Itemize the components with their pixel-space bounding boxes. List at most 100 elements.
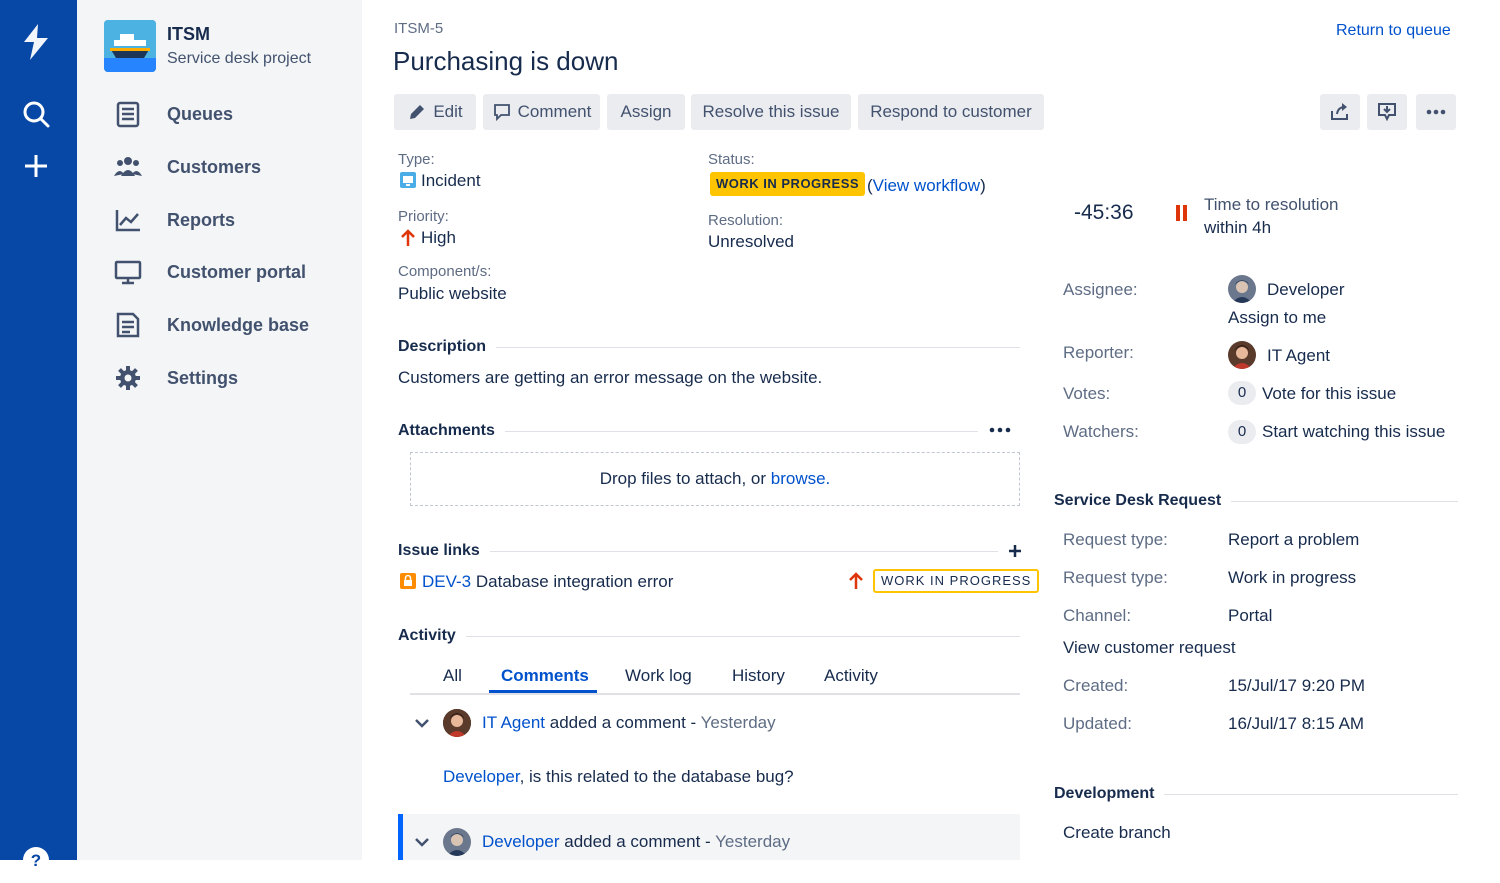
tab-work-log[interactable]: Work log	[625, 666, 692, 686]
view-workflow: (View workflow)	[867, 176, 986, 196]
description-heading: Description	[398, 338, 497, 356]
tab-comments[interactable]: Comments	[501, 666, 589, 686]
sidebar-item-label: Settings	[167, 367, 239, 388]
component-link[interactable]: Public website	[398, 284, 507, 304]
assign-button[interactable]: Assign	[607, 94, 685, 130]
issue-links-heading: Issue links	[398, 542, 490, 560]
type-label: Type:	[398, 151, 435, 168]
description-text[interactable]: Customers are getting an error message o…	[398, 368, 822, 388]
priority-high-icon	[848, 572, 864, 595]
resolution-value: Unresolved	[708, 232, 794, 251]
sla-label: Time to resolution	[1204, 195, 1339, 214]
sla-paused-icon	[1175, 204, 1189, 227]
respond-to-customer-button[interactable]: Respond to customer	[858, 94, 1044, 130]
assign-to-me-link[interactable]: Assign to me	[1228, 308, 1326, 328]
comment-button-label: Comment	[517, 102, 592, 121]
product-logo-icon[interactable]	[18, 22, 54, 60]
watchers-label: Watchers:	[1063, 422, 1139, 441]
search-icon[interactable]	[18, 96, 54, 132]
collapse-chevron-icon[interactable]	[413, 835, 431, 854]
sidebar-item-settings[interactable]: Settings	[113, 360, 343, 396]
component-label: Component/s:	[398, 263, 492, 280]
comment-action: added a comment -	[564, 832, 716, 851]
bug-icon	[400, 573, 416, 594]
activity-heading: Activity	[398, 627, 466, 645]
more-actions-button[interactable]	[1416, 94, 1456, 130]
attachments-heading: Attachments	[398, 422, 505, 440]
browse-link[interactable]: browse.	[771, 469, 831, 489]
resolve-issue-button[interactable]: Resolve this issue	[691, 94, 851, 130]
sidebar-item-customer-portal[interactable]: Customer portal	[113, 254, 343, 290]
section-divider	[398, 636, 1020, 637]
customers-icon	[114, 157, 142, 176]
sidebar-item-knowledge-base[interactable]: Knowledge base	[113, 307, 343, 343]
project-name[interactable]: ITSM	[167, 24, 210, 45]
channel-label: Channel:	[1063, 606, 1132, 625]
view-customer-request-link[interactable]: View customer request	[1063, 638, 1236, 658]
avatar	[443, 828, 471, 856]
edit-button[interactable]: Edit	[394, 94, 476, 130]
sidebar-item-customers[interactable]: Customers	[113, 149, 343, 185]
comment-author-link[interactable]: IT Agent	[482, 713, 545, 732]
attachments-more-icon[interactable]	[988, 420, 1012, 445]
sidebar-item-label: Customer portal	[167, 261, 307, 282]
feedback-button[interactable]	[1367, 94, 1407, 130]
project-sidebar: ITSM Service desk project Queues Custome…	[77, 0, 362, 860]
comment-text: , is this related to the database bug?	[519, 767, 794, 786]
incident-icon	[400, 172, 416, 193]
status-lozenge[interactable]: WORK IN PROGRESS	[710, 172, 866, 196]
knowledge-base-icon	[116, 312, 140, 338]
tab-history[interactable]: History	[732, 666, 785, 686]
priority-high-icon	[400, 229, 416, 252]
assignee-name[interactable]: Developer	[1267, 280, 1345, 300]
comment-time: Yesterday	[715, 832, 791, 851]
dropzone-text: Drop files to attach, or	[599, 469, 771, 488]
svg-text:?: ?	[31, 851, 41, 870]
updated-value: 16/Jul/17 8:15 AM	[1228, 714, 1365, 733]
issue-title[interactable]: Purchasing is down	[393, 46, 618, 77]
create-icon[interactable]	[18, 148, 54, 184]
linked-issue-status: WORK IN PROGRESS	[873, 569, 1040, 593]
comment-time: Yesterday	[700, 713, 776, 732]
reporter-avatar	[1228, 341, 1256, 369]
sidebar-item-label: Reports	[167, 209, 236, 230]
project-type: Service desk project	[167, 50, 312, 67]
issue-key[interactable]: ITSM-5	[394, 20, 443, 37]
view-workflow-link[interactable]: View workflow	[873, 176, 980, 195]
mention-link[interactable]: Developer	[443, 767, 520, 786]
request-type-value: Report a problem	[1228, 530, 1360, 549]
channel-value: Portal	[1228, 606, 1273, 625]
attachment-dropzone[interactable]: Drop files to attach, or browse.	[410, 452, 1020, 506]
sidebar-item-label: Queues	[167, 103, 234, 124]
comment-author-link[interactable]: Developer	[482, 832, 560, 851]
status-label: Status:	[708, 151, 755, 168]
share-button[interactable]	[1320, 94, 1360, 130]
project-avatar[interactable]	[104, 20, 156, 72]
watch-link[interactable]: Start watching this issue	[1262, 422, 1445, 442]
comment-button[interactable]: Comment	[483, 94, 600, 130]
vote-link[interactable]: Vote for this issue	[1262, 384, 1396, 404]
avatar	[443, 709, 471, 737]
create-branch-link[interactable]: Create branch	[1063, 823, 1171, 843]
linked-issue-key[interactable]: DEV-3	[422, 572, 471, 591]
tab-activity[interactable]: Activity	[824, 666, 878, 686]
collapse-chevron-icon[interactable]	[413, 716, 431, 735]
reporter-name[interactable]: IT Agent	[1267, 346, 1330, 366]
focused-comment-indicator	[398, 814, 403, 860]
sidebar-item-reports[interactable]: Reports	[113, 202, 343, 238]
created-value: 15/Jul/17 9:20 PM	[1228, 676, 1366, 695]
return-to-queue-link[interactable]: Return to queue	[1336, 22, 1451, 40]
sidebar-item-queues[interactable]: Queues	[113, 96, 343, 132]
help-icon[interactable]: ?	[18, 842, 54, 878]
sla-time: -45:36	[1074, 201, 1134, 224]
add-link-icon[interactable]	[1007, 542, 1023, 565]
tab-all[interactable]: All	[443, 666, 462, 686]
updated-label: Updated:	[1063, 714, 1132, 733]
comment-header: Developer added a comment - Yesterday	[482, 832, 790, 852]
global-nav: ?	[0, 0, 77, 873]
linked-issue[interactable]: DEV-3 Database integration error	[422, 572, 673, 592]
linked-issue-summary: Database integration error	[475, 572, 674, 591]
comment-action: added a comment -	[549, 713, 701, 732]
settings-icon	[116, 366, 140, 390]
assignee-avatar	[1228, 275, 1256, 303]
